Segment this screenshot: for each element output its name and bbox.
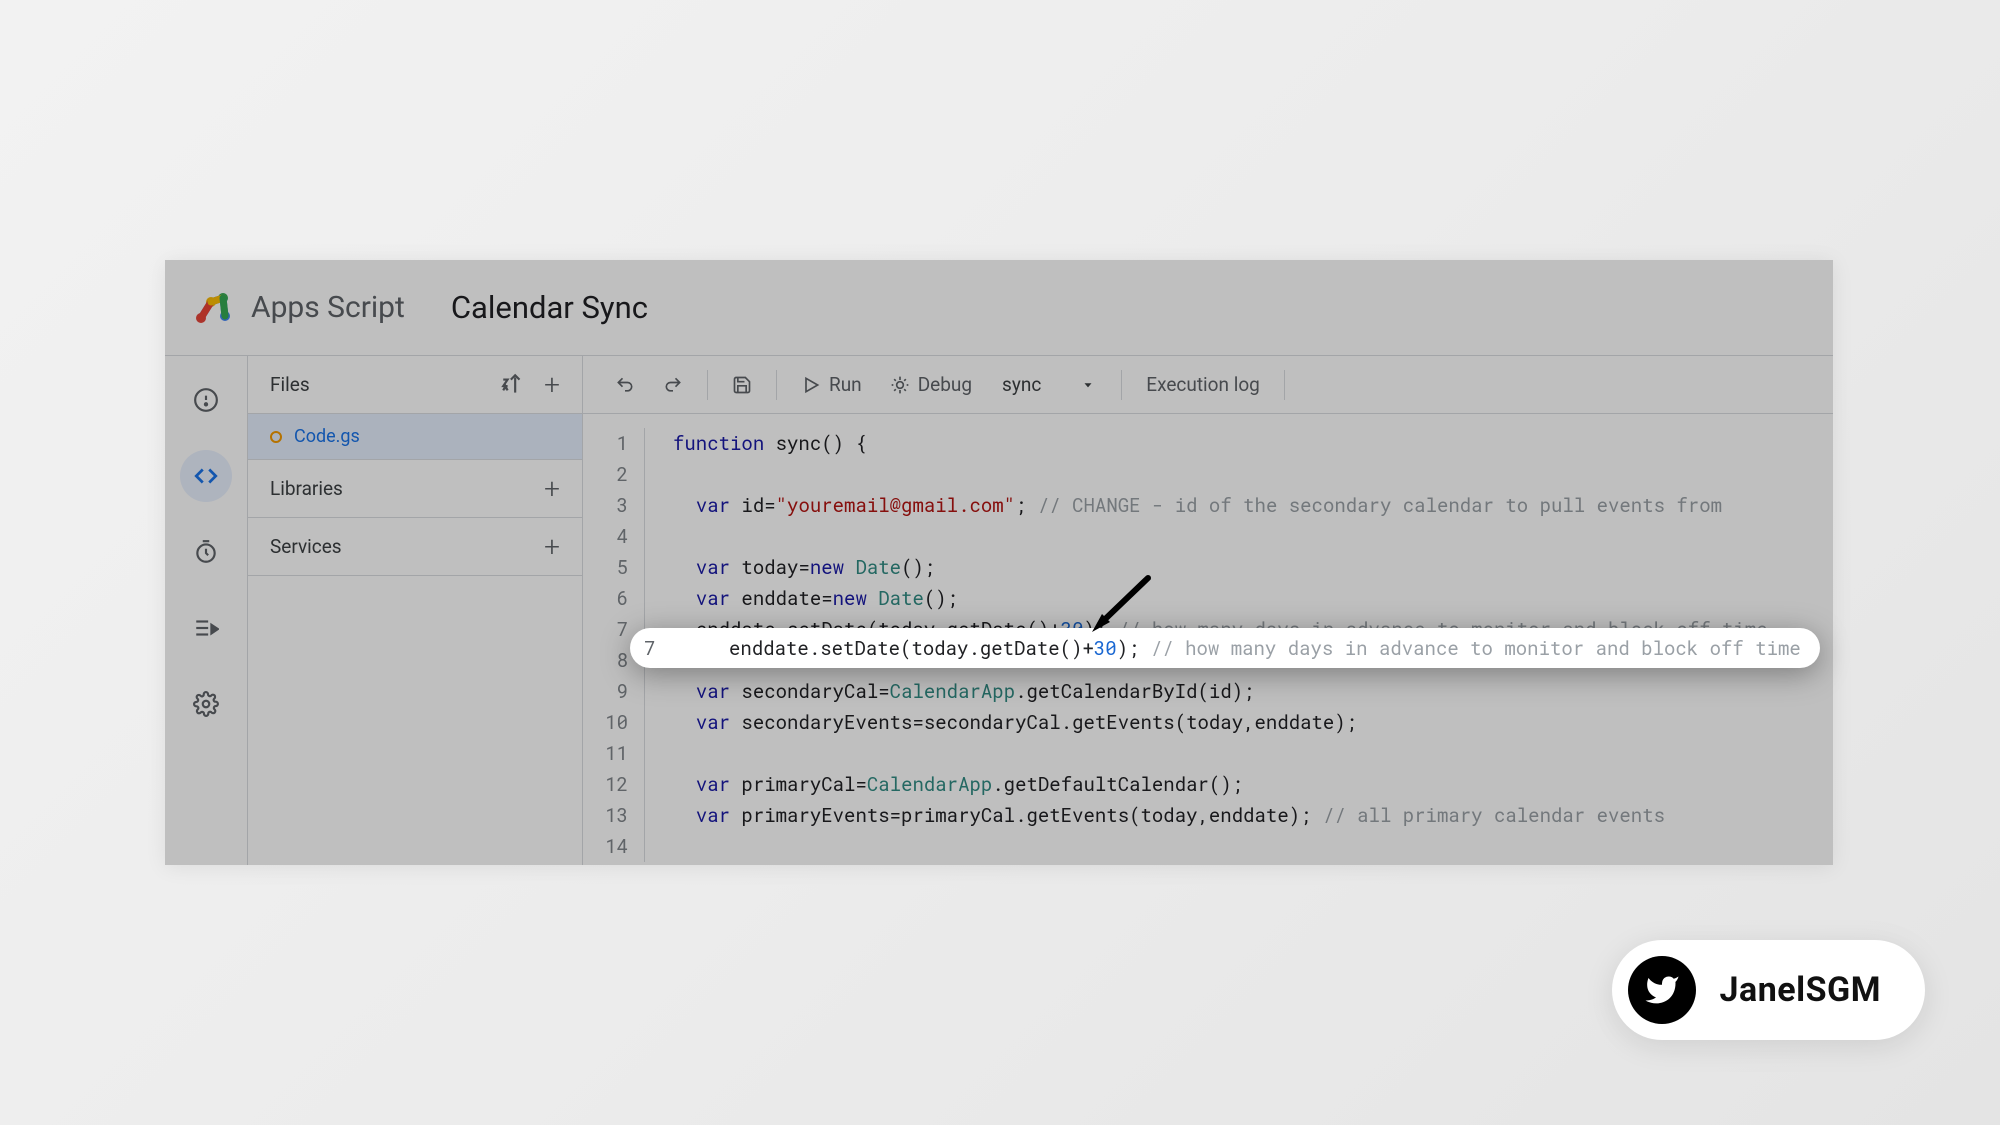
function-select[interactable]: sync [988, 373, 1109, 396]
divider [1121, 370, 1122, 400]
line-number: 12 [583, 769, 645, 800]
project-name[interactable]: Calendar Sync [451, 289, 648, 326]
file-name: Code.gs [294, 426, 360, 447]
debug-label: Debug [918, 373, 972, 396]
execution-log-button[interactable]: Execution log [1134, 365, 1272, 405]
line-number: 14 [583, 831, 645, 862]
undo-button[interactable] [603, 365, 647, 405]
file-sidebar: Files + Code.gs Libraries + Services + [247, 356, 583, 865]
files-label: Files [270, 373, 310, 396]
run-label: Run [829, 373, 862, 396]
line-number: 11 [583, 738, 645, 769]
debug-button[interactable]: Debug [878, 365, 984, 405]
app-window: Apps Script Calendar Sync Files [165, 260, 1833, 865]
redo-button[interactable] [651, 365, 695, 405]
add-file-icon[interactable]: + [544, 368, 560, 401]
line-number: 5 [583, 552, 645, 583]
line-number: 13 [583, 800, 645, 831]
highlighted-line: 7 enddate.setDate(today.getDate()+30); /… [630, 628, 1820, 668]
line-number: 1 [583, 428, 645, 459]
services-header: Services + [248, 518, 582, 576]
highlight-line-number: 7 [644, 636, 683, 661]
credit-badge[interactable]: JanelSGM [1612, 940, 1925, 1040]
files-header: Files + [248, 356, 582, 414]
chevron-down-icon [1081, 378, 1095, 392]
run-button[interactable]: Run [789, 365, 874, 405]
file-item-code-gs[interactable]: Code.gs [248, 414, 582, 460]
credit-handle: JanelSGM [1720, 970, 1881, 1010]
divider [776, 370, 777, 400]
function-selected: sync [1002, 373, 1041, 396]
libraries-header: Libraries + [248, 460, 582, 518]
unsaved-indicator-icon [270, 431, 282, 443]
services-label: Services [270, 535, 342, 558]
twitter-icon [1628, 956, 1696, 1024]
sort-az-icon[interactable] [500, 372, 526, 398]
libraries-label: Libraries [270, 477, 343, 500]
editor-toolbar: Run Debug sync Execution log [583, 356, 1833, 414]
app-name: Apps Script [251, 290, 405, 325]
add-library-icon[interactable]: + [544, 472, 560, 505]
left-rail [165, 356, 247, 865]
line-number: 4 [583, 521, 645, 552]
divider [1284, 370, 1285, 400]
triggers-icon[interactable] [180, 526, 232, 578]
line-number: 6 [583, 583, 645, 614]
divider [707, 370, 708, 400]
add-service-icon[interactable]: + [544, 530, 560, 563]
line-number: 2 [583, 459, 645, 490]
save-button[interactable] [720, 365, 764, 405]
line-number: 3 [583, 490, 645, 521]
apps-script-logo-icon [193, 288, 233, 328]
line-number: 9 [583, 676, 645, 707]
editor-icon[interactable] [180, 450, 232, 502]
overview-icon[interactable] [180, 374, 232, 426]
line-number: 10 [583, 707, 645, 738]
settings-icon[interactable] [180, 678, 232, 730]
titlebar: Apps Script Calendar Sync [165, 260, 1833, 355]
execution-log-label: Execution log [1146, 373, 1260, 396]
executions-icon[interactable] [180, 602, 232, 654]
